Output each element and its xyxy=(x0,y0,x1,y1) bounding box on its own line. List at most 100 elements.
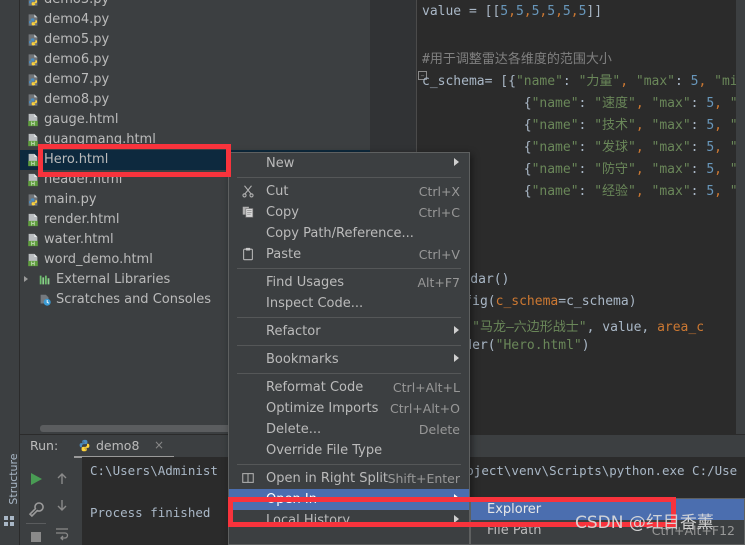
code-token: "name" xyxy=(531,118,579,133)
run-side-toolbar xyxy=(20,457,80,545)
code-token: 5 xyxy=(706,118,715,133)
tree-item-demo6-py[interactable]: demo6.py xyxy=(20,50,370,70)
tree-item-label: demo7.py xyxy=(44,72,110,87)
code-token: value xyxy=(422,4,469,19)
menu-item-inspect-code[interactable]: Inspect Code... xyxy=(229,293,469,314)
html-file-icon: H xyxy=(28,233,38,247)
code-token: "max" xyxy=(643,140,691,155)
menu-item-shortcut: Ctrl+X xyxy=(418,184,460,199)
file-context-menu[interactable]: New Cut Ctrl+X Copy Ctrl+C Copy Path/Referenc… xyxy=(228,152,470,545)
code-token: c_schema xyxy=(422,74,485,89)
project-tree-hscrollbar[interactable] xyxy=(40,425,250,432)
code-token: 5 xyxy=(706,184,715,199)
menu-separator xyxy=(237,268,461,269)
menu-item-open-in-right-split[interactable]: Open in Right Split Shift+Enter xyxy=(229,468,469,489)
run-label: Run: xyxy=(30,438,59,453)
submenu-item-explorer[interactable]: Explorer xyxy=(471,499,744,520)
tree-item-demo7-py[interactable]: demo7.py xyxy=(20,70,370,90)
code-token: "速度" xyxy=(594,96,636,111)
code-token: 5 xyxy=(562,4,571,19)
close-icon[interactable]: × xyxy=(154,438,164,452)
tree-item-demo8-py[interactable]: demo8.py xyxy=(20,90,370,110)
run-tab-label: demo8 xyxy=(96,438,140,453)
rerun-play-icon[interactable] xyxy=(28,471,44,487)
menu-item-reformat-code[interactable]: Reformat Code Ctrl+Alt+L xyxy=(229,377,469,398)
code-token: , xyxy=(570,4,579,19)
menu-item-refactor[interactable]: Refactor xyxy=(229,321,469,342)
tree-item-label: guangmang.html xyxy=(44,132,156,147)
code-token: "防守" xyxy=(594,162,636,177)
code-token: , xyxy=(714,118,722,133)
arrow-up-icon[interactable] xyxy=(54,471,70,487)
code-token: 5 xyxy=(500,4,509,19)
code-token: "力量" xyxy=(578,74,621,89)
tree-item-demo3-py[interactable]: demo3.py xyxy=(20,0,370,10)
menu-item-copy[interactable]: Copy Ctrl+C xyxy=(229,202,469,223)
menu-item-label: Open In xyxy=(266,492,317,507)
tree-item-demo4-py[interactable]: demo4.py xyxy=(20,10,370,30)
tree-item-label: header.html xyxy=(44,172,123,187)
svg-text:H: H xyxy=(31,141,35,147)
menu-item-bookmarks[interactable]: Bookmarks xyxy=(229,349,469,370)
menu-item-local-history[interactable]: Local History xyxy=(229,510,469,531)
code-token: ) xyxy=(581,338,590,353)
code-token: : xyxy=(690,118,707,133)
submenu-item-label: Explorer xyxy=(487,502,542,517)
stop-icon[interactable] xyxy=(28,529,44,545)
menu-item-label: Delete... xyxy=(266,422,322,437)
svg-text:H: H xyxy=(31,181,35,187)
submenu-item-file-path[interactable]: File Path Ctrl+Alt+F12 xyxy=(471,520,744,541)
menu-item-override-file-type[interactable]: Override File Type xyxy=(229,440,469,461)
code-token: "name" xyxy=(531,96,579,111)
menu-item-paste[interactable]: Paste Ctrl+V xyxy=(229,244,469,265)
code-token: "max" xyxy=(628,74,676,89)
menu-item-delete[interactable]: Delete... Delete xyxy=(229,419,469,440)
menu-item-new[interactable]: New xyxy=(229,153,469,174)
html-file-icon: H xyxy=(28,133,38,147)
code-token: 5 xyxy=(515,4,524,19)
code-line: #用于调整雷达各维度的范围大小 xyxy=(422,48,612,67)
code-line: {"name": "技术", "max": 5, "mi xyxy=(422,114,745,133)
tree-item-label: Hero.html xyxy=(44,152,109,167)
code-token: "马龙—六边形战士" xyxy=(472,320,587,335)
menu-item-copy-path-reference[interactable]: Copy Path/Reference... xyxy=(229,223,469,244)
svg-text:H: H xyxy=(31,261,35,267)
code-token: : xyxy=(675,74,691,89)
open-in-submenu[interactable]: Explorer File Path Ctrl+Alt+F12 xyxy=(470,498,745,545)
tree-item-guangmang-html[interactable]: Hguangmang.html xyxy=(20,130,370,150)
code-token: , xyxy=(508,4,516,19)
code-token: [{ xyxy=(500,74,516,89)
settings-wrench-icon[interactable] xyxy=(28,501,44,517)
split-icon xyxy=(242,473,254,483)
menu-item-cut[interactable]: Cut Ctrl+X xyxy=(229,181,469,202)
soft-wrap-icon[interactable] xyxy=(54,525,70,541)
code-token: , xyxy=(635,184,644,199)
code-token: = xyxy=(468,4,485,19)
menu-separator xyxy=(237,464,461,465)
editor-scrollbar[interactable] xyxy=(736,0,745,434)
code-token: : xyxy=(578,96,595,111)
chevron-right-icon[interactable] xyxy=(24,276,28,282)
menu-item-open-in[interactable]: Open In xyxy=(229,489,469,510)
menu-item-optimize-imports[interactable]: Optimize Imports Ctrl+Alt+O xyxy=(229,398,469,419)
code-token: = xyxy=(484,74,501,89)
menu-item-find-usages[interactable]: Find Usages Alt+F7 xyxy=(229,272,469,293)
menu-item-label: Paste xyxy=(266,247,302,262)
arrow-down-icon[interactable] xyxy=(54,497,70,513)
tree-item-label: word_demo.html xyxy=(44,252,153,267)
tree-item-label: main.py xyxy=(44,192,97,207)
code-token: , xyxy=(635,118,644,133)
copy-icon xyxy=(242,206,254,218)
code-token: : xyxy=(690,140,707,155)
svg-text:H: H xyxy=(31,121,35,127)
tree-item-label: water.html xyxy=(44,232,114,247)
chevron-right-icon xyxy=(454,494,459,502)
tree-item-demo5-py[interactable]: demo5.py xyxy=(20,30,370,50)
tree-item-gauge-html[interactable]: Hgauge.html xyxy=(20,110,370,130)
libraries-icon xyxy=(39,275,50,285)
menu-item-shortcut: Delete xyxy=(418,422,460,437)
toolbar-divider xyxy=(26,523,46,524)
menu-item-label: Bookmarks xyxy=(266,352,339,367)
tree-item-label: render.html xyxy=(44,212,120,227)
svg-text:H: H xyxy=(31,161,35,167)
